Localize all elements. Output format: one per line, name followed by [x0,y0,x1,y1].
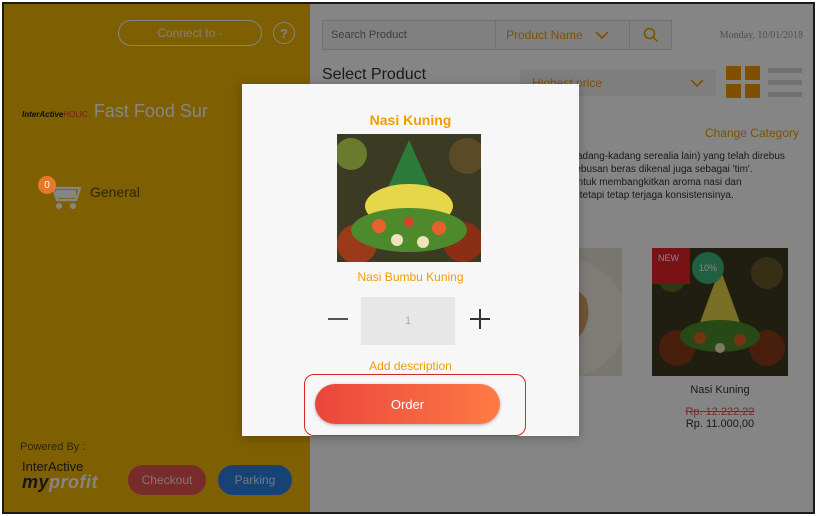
minus-icon [328,318,348,320]
dialog-title: Nasi Kuning [369,112,452,128]
dialog-product-image [337,134,481,262]
dialog-product-subtitle: Nasi Bumbu Kuning [357,270,464,284]
add-description-link[interactable]: Add description [242,359,579,373]
quantity-field[interactable] [361,297,455,345]
quantity-increase-button[interactable] [468,307,492,331]
app-window: Connect to - ? InterActiveHOLIC Fast Foo… [2,2,815,514]
cart-count-badge: 0 [38,176,56,194]
nasi-kuning-image [337,134,481,262]
product-order-dialog: Nasi Kuning Nasi Bumbu Kuning Add [242,84,579,436]
order-button[interactable]: Order [315,384,500,424]
quantity-decrease-button[interactable] [326,307,350,331]
